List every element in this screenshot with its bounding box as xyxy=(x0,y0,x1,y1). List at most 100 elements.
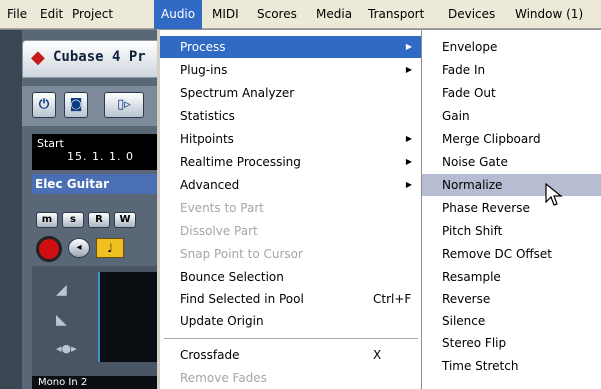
process-item-remove-dc-offset[interactable]: Remove DC Offset xyxy=(422,243,601,265)
eq-icon: ◣ xyxy=(56,312,67,328)
audio-menu: Process ▶ Plug-ins ▶ Spectrum Analyzer S… xyxy=(157,29,423,389)
menu-project[interactable]: Project xyxy=(65,0,120,29)
constrain-delay-button[interactable]: ◙ xyxy=(64,92,88,118)
start-value: 15. 1. 1. 0 xyxy=(67,150,134,163)
process-item-stereo-flip[interactable]: Stereo Flip xyxy=(422,332,601,354)
audio-menu-item-plug-ins[interactable]: Plug-ins ▶ xyxy=(160,59,422,81)
menu-separator xyxy=(164,338,418,339)
audio-menu-item-hitpoints[interactable]: Hitpoints ▶ xyxy=(160,128,422,150)
read-button[interactable]: R xyxy=(88,212,110,228)
menu-scores[interactable]: Scores xyxy=(250,0,304,29)
audio-menu-item-statistics[interactable]: Statistics xyxy=(160,105,422,127)
process-item-phase-reverse[interactable]: Phase Reverse xyxy=(422,197,601,219)
menu-item-label: Remove Fades xyxy=(180,371,267,385)
input-routing[interactable]: Mono In 2 xyxy=(32,376,162,389)
menu-window[interactable]: Window (1) xyxy=(508,0,590,29)
solo-button[interactable]: s xyxy=(62,212,84,228)
process-item-gain[interactable]: Gain xyxy=(422,105,601,127)
submenu-arrow-icon: ▶ xyxy=(405,134,412,143)
menu-item-label: Update Origin xyxy=(180,314,264,328)
audio-menu-item-crossfade[interactable]: Crossfade X xyxy=(160,344,422,366)
note-icon[interactable]: ♩ xyxy=(96,238,124,258)
process-submenu: Envelope Fade In Fade Out Gain Merge Cli… xyxy=(421,29,601,389)
process-item-reverse[interactable]: Reverse xyxy=(422,288,601,310)
menu-item-label: Time Stretch xyxy=(442,359,519,373)
menu-file[interactable]: File xyxy=(0,0,34,29)
show-inspector-button[interactable]: ▯▹ xyxy=(104,92,144,118)
menu-bar: File Edit Project Audio MIDI Scores Medi… xyxy=(0,0,601,29)
menu-item-label: Dissolve Part xyxy=(180,224,258,238)
process-item-merge-clipboard[interactable]: Merge Clipboard xyxy=(422,128,601,150)
menu-item-label: Plug-ins xyxy=(180,63,228,77)
menu-item-label: Crossfade xyxy=(180,348,240,362)
process-item-noise-gate[interactable]: Noise Gate xyxy=(422,151,601,173)
audio-menu-item-bounce-selection[interactable]: Bounce Selection xyxy=(160,266,422,288)
record-enable-button[interactable] xyxy=(36,236,62,262)
audio-menu-item-find-selected-in-pool[interactable]: Find Selected in Pool Ctrl+F xyxy=(160,288,422,310)
audio-menu-item-update-origin[interactable]: Update Origin xyxy=(160,310,422,332)
menu-item-label: Advanced xyxy=(180,178,240,192)
menu-item-label: Remove DC Offset xyxy=(442,247,552,261)
submenu-arrow-icon: ▶ xyxy=(405,180,412,189)
process-item-resample[interactable]: Resample xyxy=(422,266,601,288)
submenu-arrow-icon: ▶ xyxy=(405,42,412,51)
menu-transport[interactable]: Transport xyxy=(361,0,431,29)
menu-item-label: Resample xyxy=(442,270,501,284)
menu-item-label: Events to Part xyxy=(180,201,264,215)
menu-item-label: Process xyxy=(180,40,226,54)
menu-item-label: Statistics xyxy=(180,109,235,123)
menu-midi[interactable]: MIDI xyxy=(205,0,246,29)
audio-menu-item-dissolve-part[interactable]: Dissolve Part xyxy=(160,220,422,242)
start-position-display[interactable]: Start 15. 1. 1. 0 xyxy=(32,134,162,170)
process-item-time-stretch[interactable]: Time Stretch xyxy=(422,355,601,377)
write-button[interactable]: W xyxy=(114,212,136,228)
window-frame xyxy=(0,30,22,389)
audio-menu-item-process[interactable]: Process ▶ xyxy=(160,36,422,58)
menu-media[interactable]: Media xyxy=(309,0,359,29)
menu-item-label: Merge Clipboard xyxy=(442,132,541,146)
submenu-arrow-icon: ▶ xyxy=(405,157,412,166)
window-title: Cubase 4 Pr xyxy=(53,49,146,65)
audio-menu-item-advanced[interactable]: Advanced ▶ xyxy=(160,174,422,196)
menu-item-label: Bounce Selection xyxy=(180,270,284,284)
mute-button[interactable]: m xyxy=(36,212,58,228)
menu-item-label: Snap Point to Cursor xyxy=(180,247,303,261)
audio-menu-item-realtime-processing[interactable]: Realtime Processing ▶ xyxy=(160,151,422,173)
process-item-silence[interactable]: Silence xyxy=(422,310,601,332)
menu-audio[interactable]: Audio xyxy=(154,0,203,29)
menu-item-label: Fade In xyxy=(442,63,486,77)
process-item-envelope[interactable]: Envelope xyxy=(422,36,601,58)
menu-item-label: Noise Gate xyxy=(442,155,508,169)
audio-menu-item-events-to-part[interactable]: Events to Part xyxy=(160,197,422,219)
menu-item-label: Realtime Processing xyxy=(180,155,301,169)
process-item-fade-in[interactable]: Fade In xyxy=(422,59,601,81)
menu-item-shortcut: Ctrl+F xyxy=(373,292,412,306)
menu-item-label: Phase Reverse xyxy=(442,201,530,215)
audio-menu-item-snap-point-to-cursor[interactable]: Snap Point to Cursor xyxy=(160,243,422,265)
menu-item-label: Hitpoints xyxy=(180,132,234,146)
menu-item-label: Gain xyxy=(442,109,470,123)
submenu-arrow-icon: ▶ xyxy=(405,65,412,74)
activate-project-button[interactable]: ⏻ xyxy=(32,92,56,118)
menu-item-label: Stereo Flip xyxy=(442,336,507,350)
menu-item-label: Normalize xyxy=(442,178,503,192)
menu-item-label: Fade Out xyxy=(442,86,496,100)
mouse-pointer-icon xyxy=(545,183,563,206)
level-meter xyxy=(98,272,162,362)
process-item-pitch-shift[interactable]: Pitch Shift xyxy=(422,220,601,242)
menu-item-label: Silence xyxy=(442,314,486,328)
monitor-icon[interactable]: ◂ xyxy=(68,238,90,258)
pan-icon: ◂●▸ xyxy=(56,342,77,355)
project-titlebar[interactable]: ◆ Cubase 4 Pr xyxy=(22,40,172,78)
process-item-normalize[interactable]: Normalize xyxy=(422,174,601,196)
menu-devices[interactable]: Devices xyxy=(441,0,502,29)
process-item-fade-out[interactable]: Fade Out xyxy=(422,82,601,104)
audio-menu-item-spectrum-analyzer[interactable]: Spectrum Analyzer xyxy=(160,82,422,104)
track-name[interactable]: Elec Guitar xyxy=(32,174,162,194)
menu-item-shortcut: X xyxy=(373,348,382,362)
start-label: Start xyxy=(37,137,64,150)
menu-item-label: Envelope xyxy=(442,40,498,54)
audio-menu-item-remove-fades[interactable]: Remove Fades xyxy=(160,367,422,389)
channel-strip: ◢ ◣ ◂●▸ xyxy=(32,266,162,376)
menu-item-label: Find Selected in Pool xyxy=(180,292,304,306)
